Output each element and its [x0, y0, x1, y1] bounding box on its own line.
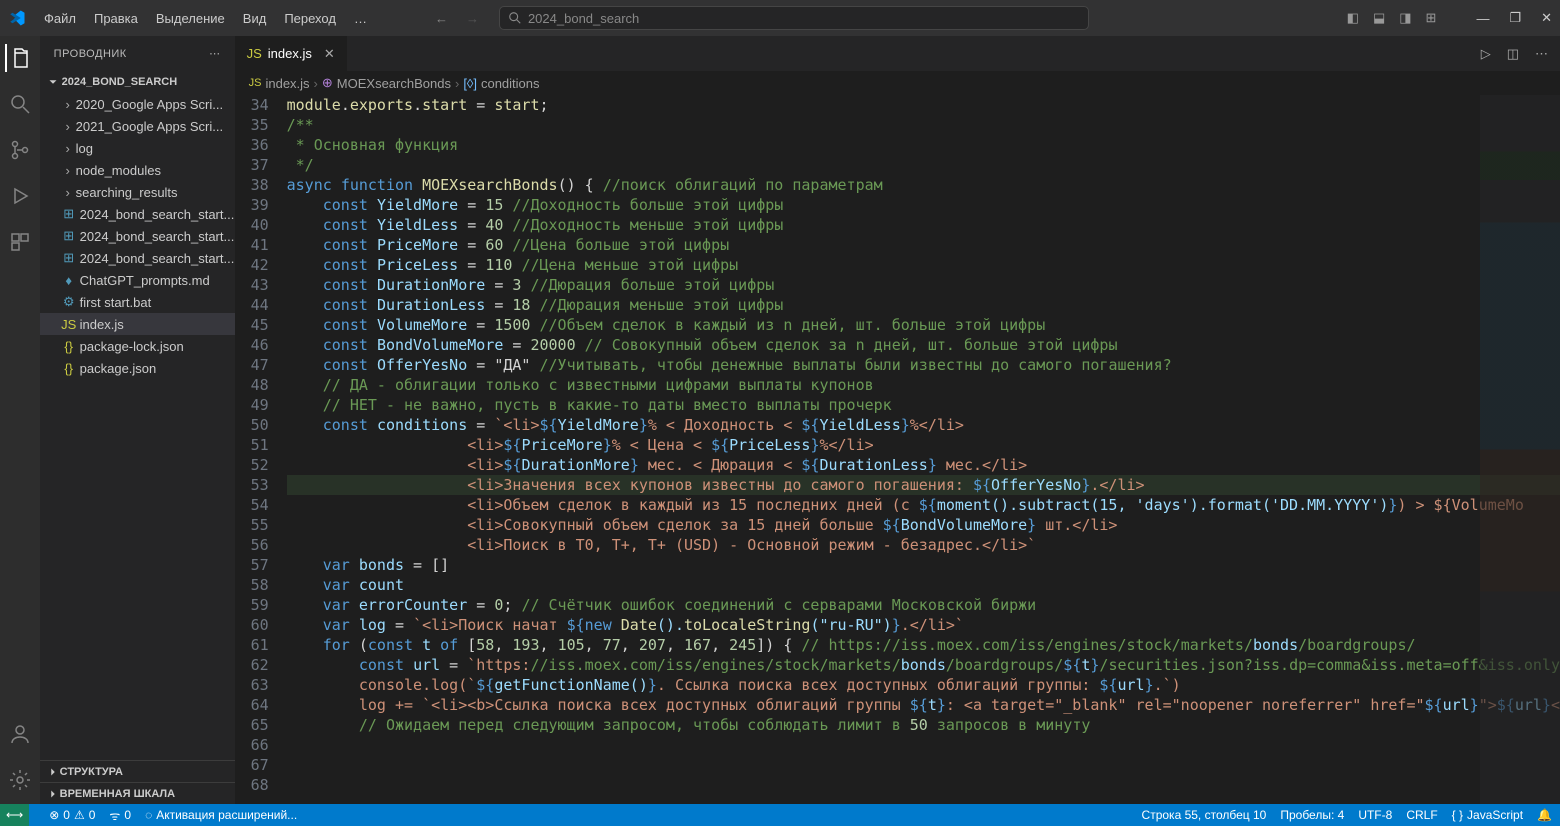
menu-file[interactable]: Файл: [36, 7, 84, 30]
folder-item[interactable]: ›searching_results: [40, 181, 235, 203]
notifications-icon[interactable]: 🔔: [1537, 808, 1552, 822]
file-item[interactable]: ♦ChatGPT_prompts.md: [40, 269, 235, 291]
remote-icon: ⟷: [6, 808, 23, 822]
nav-history: ← →: [435, 11, 479, 26]
folder-root[interactable]: 2024_BOND_SEARCH: [40, 71, 235, 93]
folder-item[interactable]: ›log: [40, 137, 235, 159]
file-item[interactable]: ⊞2024_bond_search_start...: [40, 225, 235, 247]
activity-settings-icon[interactable]: [6, 766, 34, 794]
editor-tabs: JS index.js ✕ ▷ ◫ ⋯: [235, 36, 1560, 71]
chevron-right-icon: ›: [60, 119, 76, 134]
win-file-icon: ⊞: [60, 228, 78, 244]
chevron-right-icon: ›: [60, 97, 76, 112]
chevron-right-icon: [46, 787, 60, 801]
tab-index-js[interactable]: JS index.js ✕: [235, 36, 348, 71]
menu-selection[interactable]: Выделение: [148, 7, 233, 30]
breadcrumbs[interactable]: JS index.js › ⊕ MOEXsearchBonds › [◊] co…: [235, 71, 1560, 95]
json-file-icon: {}: [60, 339, 78, 354]
js-file-icon: JS: [247, 46, 262, 61]
menu-view[interactable]: Вид: [235, 7, 275, 30]
vscode-logo-icon: [8, 9, 26, 27]
win-file-icon: ⊞: [60, 250, 78, 266]
sidebar-explorer: ПРОВОДНИК ⋯ 2024_BOND_SEARCH ›2020_Googl…: [40, 36, 235, 804]
chevron-right-icon: ›: [60, 141, 76, 156]
file-item[interactable]: JSindex.js: [40, 313, 235, 335]
folder-item[interactable]: ›node_modules: [40, 159, 235, 181]
radio-tower-icon: ᯤ: [109, 807, 120, 824]
code-editor[interactable]: 3435363738394041424344454647484950515253…: [235, 95, 1560, 804]
layout-panel-icon[interactable]: ⬓: [1373, 10, 1385, 26]
editor: JS index.js ✕ ▷ ◫ ⋯ JS index.js › ⊕ MOEX…: [235, 36, 1560, 804]
window-maximize-icon[interactable]: ❐: [1509, 10, 1521, 26]
layout-customize-icon[interactable]: ⊞: [1426, 10, 1437, 26]
split-editor-icon[interactable]: ◫: [1507, 46, 1519, 62]
chevron-right-icon: [46, 765, 60, 779]
chevron-down-icon: [46, 75, 60, 89]
more-actions-icon[interactable]: ⋯: [1535, 46, 1548, 62]
section-outline[interactable]: СТРУКТУРА: [40, 760, 235, 782]
activity-extensions-icon[interactable]: [6, 228, 34, 256]
sidebar-title: ПРОВОДНИК: [54, 48, 127, 60]
nav-forward-icon[interactable]: →: [466, 11, 479, 26]
activity-scm-icon[interactable]: [6, 136, 34, 164]
folder-item[interactable]: ›2020_Google Apps Scri...: [40, 93, 235, 115]
tab-close-icon[interactable]: ✕: [324, 46, 335, 62]
search-text: 2024_bond_search: [528, 11, 639, 26]
main-menu: Файл Правка Выделение Вид Переход …: [36, 7, 375, 30]
method-icon: ⊕: [322, 75, 333, 91]
status-cursor[interactable]: Строка 55, столбец 10: [1142, 808, 1267, 822]
window-close-icon[interactable]: ✕: [1541, 10, 1552, 26]
js-file-icon: JS: [249, 77, 262, 89]
activity-explorer-icon[interactable]: [5, 44, 33, 72]
menu-edit[interactable]: Правка: [86, 7, 146, 30]
status-ports[interactable]: ᯤ0: [109, 807, 131, 824]
menu-more[interactable]: …: [346, 7, 375, 30]
status-eol[interactable]: CRLF: [1406, 808, 1437, 822]
file-tree: ›2020_Google Apps Scri...›2021_Google Ap…: [40, 93, 235, 760]
activity-search-icon[interactable]: [6, 90, 34, 118]
run-icon[interactable]: ▷: [1481, 46, 1491, 62]
js-file-icon: JS: [60, 317, 78, 332]
search-icon: [508, 11, 522, 25]
activity-account-icon[interactable]: [6, 720, 34, 748]
bat-file-icon: ⚙: [60, 294, 78, 310]
remote-indicator[interactable]: ⟷: [0, 804, 29, 826]
tab-label: index.js: [268, 46, 312, 61]
sidebar-more-icon[interactable]: ⋯: [209, 47, 221, 60]
layout-sidebar-left-icon[interactable]: ◧: [1347, 10, 1359, 26]
chevron-right-icon: ›: [60, 185, 76, 200]
win-file-icon: ⊞: [60, 206, 78, 222]
chevron-right-icon: ›: [60, 163, 76, 178]
minimap[interactable]: [1480, 95, 1560, 804]
command-center[interactable]: 2024_bond_search: [499, 6, 1089, 30]
status-bar: ⟷ ⊗0 ⚠0 ᯤ0 ◌Активация расширений... Стро…: [0, 804, 1560, 826]
md-file-icon: ♦: [60, 273, 78, 288]
window-minimize-icon[interactable]: —: [1476, 11, 1489, 26]
menu-go[interactable]: Переход: [276, 7, 344, 30]
title-bar: Файл Правка Выделение Вид Переход … ← → …: [0, 0, 1560, 36]
status-activating: ◌Активация расширений...: [145, 808, 297, 822]
file-item[interactable]: ⊞2024_bond_search_start...: [40, 203, 235, 225]
activity-bar: [0, 36, 40, 804]
status-problems[interactable]: ⊗0 ⚠0: [49, 808, 95, 822]
variable-icon: [◊]: [463, 76, 477, 91]
status-language[interactable]: { }JavaScript: [1452, 808, 1523, 822]
file-item[interactable]: ⊞2024_bond_search_start...: [40, 247, 235, 269]
file-item[interactable]: {}package.json: [40, 357, 235, 379]
layout-sidebar-right-icon[interactable]: ◨: [1399, 10, 1411, 26]
folder-item[interactable]: ›2021_Google Apps Scri...: [40, 115, 235, 137]
nav-back-icon[interactable]: ←: [435, 11, 448, 26]
section-timeline[interactable]: ВРЕМЕННАЯ ШКАЛА: [40, 782, 235, 804]
file-item[interactable]: ⚙first start.bat: [40, 291, 235, 313]
json-file-icon: {}: [60, 361, 78, 376]
loading-icon: ◌: [145, 808, 152, 822]
file-item[interactable]: {}package-lock.json: [40, 335, 235, 357]
activity-debug-icon[interactable]: [6, 182, 34, 210]
warning-icon: ⚠: [74, 808, 85, 822]
folder-root-label: 2024_BOND_SEARCH: [62, 76, 178, 88]
error-icon: ⊗: [49, 808, 59, 822]
status-encoding[interactable]: UTF-8: [1358, 808, 1392, 822]
status-indent[interactable]: Пробелы: 4: [1280, 808, 1344, 822]
